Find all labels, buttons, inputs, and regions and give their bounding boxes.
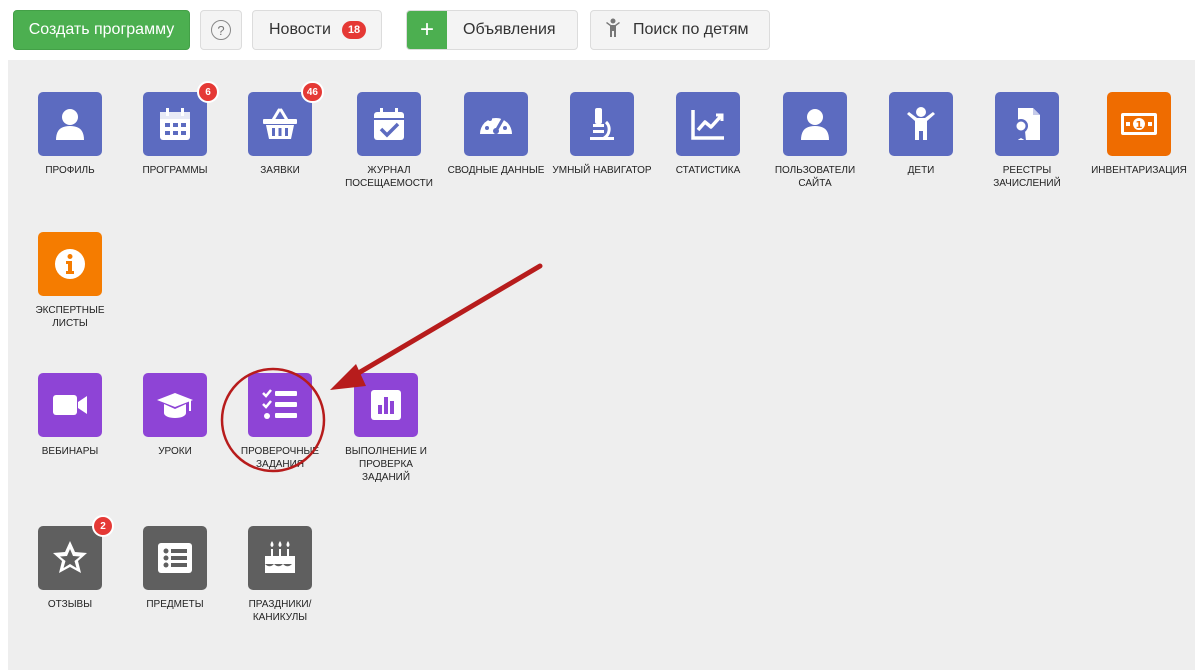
top-toolbar: Создать программу ? Новости 18 + Объявле…: [0, 0, 1195, 58]
money-bill-icon: 1: [1121, 113, 1157, 135]
user-icon: [801, 109, 829, 140]
tile-subjects-icon-box[interactable]: [143, 526, 207, 590]
tile-label: Сводные данные: [447, 165, 545, 176]
children-search-label: Поиск по детям: [633, 21, 749, 38]
tile-reviews-icon-box[interactable]: 2: [38, 515, 114, 590]
tile-profile-icon-box[interactable]: [38, 92, 102, 156]
tile-label: Экспертные листы: [35, 305, 105, 329]
tile-webinars[interactable]: Вебинары: [20, 373, 120, 458]
tile-label: Умный навигатор: [552, 165, 652, 176]
tile-label: Отзывы: [47, 599, 93, 610]
tile-programs[interactable]: 6 Программы: [125, 81, 225, 177]
tile-subjects[interactable]: Предметы: [125, 526, 225, 611]
tile-site-users-icon-box[interactable]: [783, 92, 847, 156]
tile-check-tasks[interactable]: Проверочные задания: [230, 373, 330, 471]
star-icon: [53, 541, 87, 573]
tile-label: Статистика: [675, 165, 741, 176]
news-label: Новости: [269, 21, 331, 38]
list-alt-icon: [158, 543, 192, 573]
certificate-icon: [1014, 108, 1040, 141]
tile-check-tasks-icon-box[interactable]: [248, 373, 312, 437]
plus-icon: +: [407, 11, 447, 49]
children-search-button[interactable]: Поиск по детям: [590, 10, 770, 50]
tile-inventory-icon-box[interactable]: 1: [1107, 92, 1171, 156]
basket-icon: [263, 108, 297, 139]
gauge-icon: [480, 113, 512, 134]
tile-programs-icon-box[interactable]: 6: [143, 81, 219, 156]
tile-lessons-icon-box[interactable]: [143, 373, 207, 437]
birthday-cake-icon: [265, 541, 295, 573]
tile-site-users[interactable]: Пользователи сайта: [765, 92, 865, 190]
tile-label: Уроки: [158, 446, 192, 457]
tile-registries[interactable]: Реестры зачислений: [977, 92, 1077, 190]
announcements-button[interactable]: + Объявления: [406, 10, 578, 50]
announcements-label: Объявления: [463, 21, 556, 38]
tile-label: Заявки: [260, 165, 300, 176]
child-icon: [605, 18, 621, 43]
tile-summary-icon-box[interactable]: [464, 92, 528, 156]
tile-requests[interactable]: 46 Заявки: [230, 81, 330, 177]
tile-attendance-icon-box[interactable]: [357, 92, 421, 156]
tile-task-review[interactable]: Выполнение и проверка заданий: [336, 373, 436, 484]
graduation-cap-icon: [157, 393, 193, 418]
create-program-label: Создать программу: [28, 21, 175, 38]
tile-summary[interactable]: Сводные данные: [446, 92, 546, 177]
tile-expert-sheets-icon-box[interactable]: [38, 232, 102, 296]
tasks-icon: [262, 389, 297, 419]
tile-inventory[interactable]: 1 Инвентаризация: [1089, 92, 1189, 177]
tile-children-icon-box[interactable]: [889, 92, 953, 156]
tile-attendance[interactable]: Журнал посещаемости: [339, 92, 439, 190]
tile-webinars-icon-box[interactable]: [38, 373, 102, 437]
tile-label: Праздники/ каникулы: [248, 599, 312, 623]
calendar-check-icon: [374, 108, 404, 140]
tile-label: Инвентаризация: [1091, 165, 1187, 176]
poll-icon: [371, 390, 401, 420]
tile-children[interactable]: Дети: [871, 92, 971, 177]
calendar-icon: [160, 108, 190, 140]
news-button[interactable]: Новости 18: [252, 10, 382, 50]
tile-task-review-icon-box[interactable]: [354, 373, 418, 437]
tile-statistics[interactable]: Статистика: [658, 92, 758, 177]
tile-holidays[interactable]: Праздники/ каникулы: [230, 526, 330, 624]
child-icon: [907, 107, 935, 140]
help-button[interactable]: ?: [200, 10, 242, 50]
tile-navigator-icon-box[interactable]: [570, 92, 634, 156]
info-icon: [55, 249, 85, 279]
tile-label: Программы: [142, 165, 208, 176]
tile-label: Реестры зачислений: [993, 165, 1061, 189]
modules-panel: Профиль 6 Программы 46 Заявки Журнал пос…: [8, 60, 1195, 670]
create-program-button[interactable]: Создать программу: [13, 10, 190, 50]
tile-label: Журнал посещаемости: [345, 165, 433, 189]
tile-label: Предметы: [146, 599, 204, 610]
reviews-count-badge: 2: [92, 515, 114, 537]
requests-count-badge: 46: [300, 81, 324, 103]
microscope-icon: [590, 108, 614, 140]
tile-label: Проверочные задания: [240, 446, 320, 470]
tile-label: Профиль: [45, 165, 95, 176]
news-count-badge: 18: [341, 21, 367, 39]
tile-reviews[interactable]: 2 Отзывы: [20, 515, 120, 611]
tile-label: Дети: [907, 165, 935, 176]
tile-navigator[interactable]: Умный навигатор: [552, 92, 652, 177]
tile-holidays-icon-box[interactable]: [248, 526, 312, 590]
tile-profile[interactable]: Профиль: [20, 92, 120, 177]
programs-count-badge: 6: [197, 81, 219, 103]
tile-registries-icon-box[interactable]: [995, 92, 1059, 156]
tile-requests-icon-box[interactable]: 46: [248, 81, 324, 156]
tile-statistics-icon-box[interactable]: [676, 92, 740, 156]
question-circle-icon: ?: [211, 20, 231, 40]
tile-expert-sheets[interactable]: Экспертные листы: [20, 232, 120, 330]
chart-line-icon: [691, 110, 724, 140]
tile-label: Пользователи сайта: [774, 165, 856, 189]
tile-label: Вебинары: [41, 446, 99, 457]
tile-lessons[interactable]: Уроки: [125, 373, 225, 458]
tile-label: Выполнение и проверка заданий: [345, 446, 427, 483]
user-icon: [56, 109, 84, 140]
svg-text:1: 1: [1136, 120, 1143, 131]
video-icon: [53, 395, 87, 415]
